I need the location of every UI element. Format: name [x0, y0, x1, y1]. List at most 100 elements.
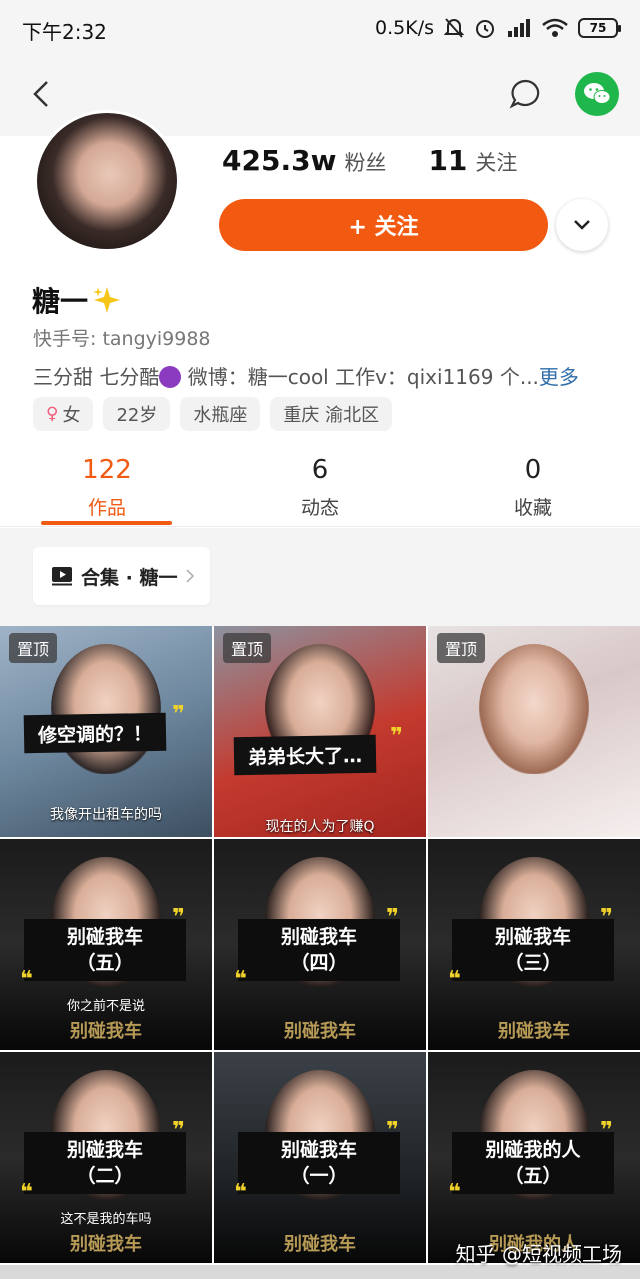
avatar[interactable]: [34, 110, 180, 252]
series-footer: 别碰我车: [284, 1021, 356, 1042]
quote-icon: ❞: [172, 905, 185, 930]
series-title: 别碰我车: [280, 926, 357, 948]
series-footer: 别碰我车: [284, 1234, 356, 1255]
chevron-left-icon: [33, 81, 48, 107]
series-title: 别碰我的人: [485, 1139, 581, 1161]
chevron-down-icon: [574, 220, 590, 230]
chat-bubble-icon: [509, 79, 540, 109]
quote-icon: ❞: [172, 702, 185, 727]
video-thumbnail[interactable]: 置顶: [428, 626, 640, 837]
video-subtitle: 现在的人为了赚Q: [265, 819, 375, 835]
series-number: （四）: [290, 952, 348, 974]
pinned-badge: 置顶: [223, 633, 272, 663]
kuaishou-id: 快手号: tangyi9988: [33, 328, 211, 350]
watermark: 知乎 @短视频工场: [455, 1242, 622, 1266]
back-button[interactable]: [22, 74, 62, 114]
bio-more-link[interactable]: 更多: [539, 365, 579, 389]
video-thumbnail[interactable]: 别碰我车 （五） ❞ ❝ 你之前不是说 别碰我车: [0, 839, 212, 1050]
collection-label: 合集 · 糖一: [81, 566, 178, 589]
series-footer: 别碰我车: [70, 1234, 142, 1255]
video-thumbnail[interactable]: 别碰我车 （一） ❞ ❝ 别碰我车: [214, 1052, 426, 1263]
bio-text: 三分甜 七分酷: [33, 365, 160, 389]
quote-icon: ❞: [386, 1118, 399, 1143]
series-title: 别碰我车: [66, 1139, 143, 1161]
quote-icon: ❝: [448, 1180, 461, 1205]
series-title: 别碰我车: [280, 1139, 357, 1161]
devil-emoji-icon: [159, 366, 182, 388]
message-button[interactable]: [506, 74, 546, 114]
following-label[interactable]: 关注: [475, 147, 517, 177]
series-title: 别碰我车: [66, 926, 143, 948]
signal-icon: [508, 19, 530, 37]
series-title-box: 别碰我车 （四）: [238, 919, 400, 981]
followers-label[interactable]: 粉丝: [344, 147, 386, 177]
series-footer: 别碰我车: [70, 1021, 142, 1042]
thumbnail-person: [51, 644, 161, 774]
tab-moments-label: 动态: [300, 497, 339, 519]
profile-tags: ♀ 女 22岁 水瓶座 重庆 渝北区: [33, 397, 393, 431]
quote-icon: ❝: [20, 967, 33, 992]
profile-bio: 三分甜 七分酷 微博：糖一cool 工作v：qixi1169 个...更多: [33, 361, 613, 390]
status-time: 下午2:32: [22, 20, 107, 44]
series-title-box: 别碰我车 （二）: [24, 1132, 186, 1194]
quote-icon: ❞: [172, 1118, 185, 1143]
series-title-box: 别碰我车 （三）: [452, 919, 614, 981]
tag-age: 22岁: [103, 397, 171, 431]
collection-button[interactable]: 合集 · 糖一: [33, 547, 210, 605]
series-number: （五）: [504, 1165, 562, 1187]
video-caption: 弟弟长大了…: [233, 734, 377, 776]
following-count[interactable]: 11: [428, 144, 467, 177]
video-grid: 置顶 修空调的？！ ❞ 我像开出租车的吗 置顶 ❝ 弟弟长大了… ❞ 现在的人为…: [0, 626, 640, 1263]
followers-count[interactable]: 425.3w: [222, 144, 336, 177]
tab-works-label: 作品: [87, 497, 126, 519]
tag-gender: ♀ 女: [33, 397, 94, 431]
bio-text-rest: 微博：糖一cool 工作v：qixi1169 个...: [181, 365, 539, 389]
active-tab-indicator: [41, 521, 172, 525]
wechat-share-button[interactable]: [575, 72, 619, 116]
tag-location[interactable]: 重庆 渝北区: [270, 397, 393, 431]
video-thumbnail[interactable]: 置顶 ❝ 弟弟长大了… ❞ 现在的人为了赚Q: [214, 626, 426, 837]
video-thumbnail[interactable]: 别碰我车 （三） ❞ ❝ 别碰我车: [428, 839, 640, 1050]
status-icons: 0.5K/s 75: [375, 14, 621, 42]
more-options-button[interactable]: [556, 199, 608, 251]
network-speed: 0.5K/s: [375, 17, 434, 39]
series-title-box: 别碰我车 （一）: [238, 1132, 400, 1194]
video-thumbnail[interactable]: 置顶 修空调的？！ ❞ 我像开出租车的吗: [0, 626, 212, 837]
collection-area: 合集 · 糖一: [0, 528, 640, 626]
thumbnail-person: [479, 644, 589, 774]
profile-stats: 425.3w 粉丝 11 关注: [222, 144, 517, 177]
sparkle-icon: [93, 287, 121, 313]
tab-favorites-count: 0: [524, 455, 542, 485]
pinned-badge: 置顶: [9, 633, 58, 663]
pinned-badge: 置顶: [437, 633, 486, 663]
tab-moments[interactable]: 6 动态: [240, 455, 400, 520]
profile-name: 糖一: [32, 285, 89, 318]
quote-icon: ❞: [386, 905, 399, 930]
female-icon: ♀: [46, 404, 59, 424]
wifi-icon: [542, 18, 568, 37]
mute-icon: [444, 18, 464, 38]
tab-favorites-label: 收藏: [513, 497, 552, 519]
quote-icon: ❝: [234, 1180, 247, 1205]
profile-name-row: 糖一: [32, 280, 122, 320]
battery-icon: 75: [578, 18, 621, 38]
alarm-icon: [476, 20, 494, 38]
tab-moments-count: 6: [311, 455, 329, 485]
video-subtitle: 我像开出租车的吗: [50, 807, 162, 823]
tab-works[interactable]: 122 作品: [27, 455, 187, 520]
series-title-box: 别碰我的人 （五）: [452, 1132, 614, 1194]
quote-icon: ❝: [20, 1180, 33, 1205]
series-number: （一）: [290, 1165, 348, 1187]
quote-icon: ❝: [448, 967, 461, 992]
tab-works-count: 122: [82, 455, 132, 485]
video-thumbnail[interactable]: 别碰我车 （四） ❞ ❝ 别碰我车: [214, 839, 426, 1050]
video-thumbnail[interactable]: 别碰我车 （二） ❞ ❝ 这不是我的车吗 别碰我车: [0, 1052, 212, 1263]
tab-favorites[interactable]: 0 收藏: [453, 455, 613, 520]
video-thumbnail[interactable]: 别碰我的人 （五） ❞ ❝ 别碰我的人: [428, 1052, 640, 1263]
series-number: （五）: [76, 952, 134, 974]
playlist-icon: [52, 567, 72, 586]
follow-button[interactable]: + 关注: [219, 199, 548, 251]
quote-icon: ❞: [600, 1118, 613, 1143]
video-caption: 修空调的？！: [23, 712, 167, 754]
video-subtitle: 这不是我的车吗: [60, 1212, 152, 1227]
